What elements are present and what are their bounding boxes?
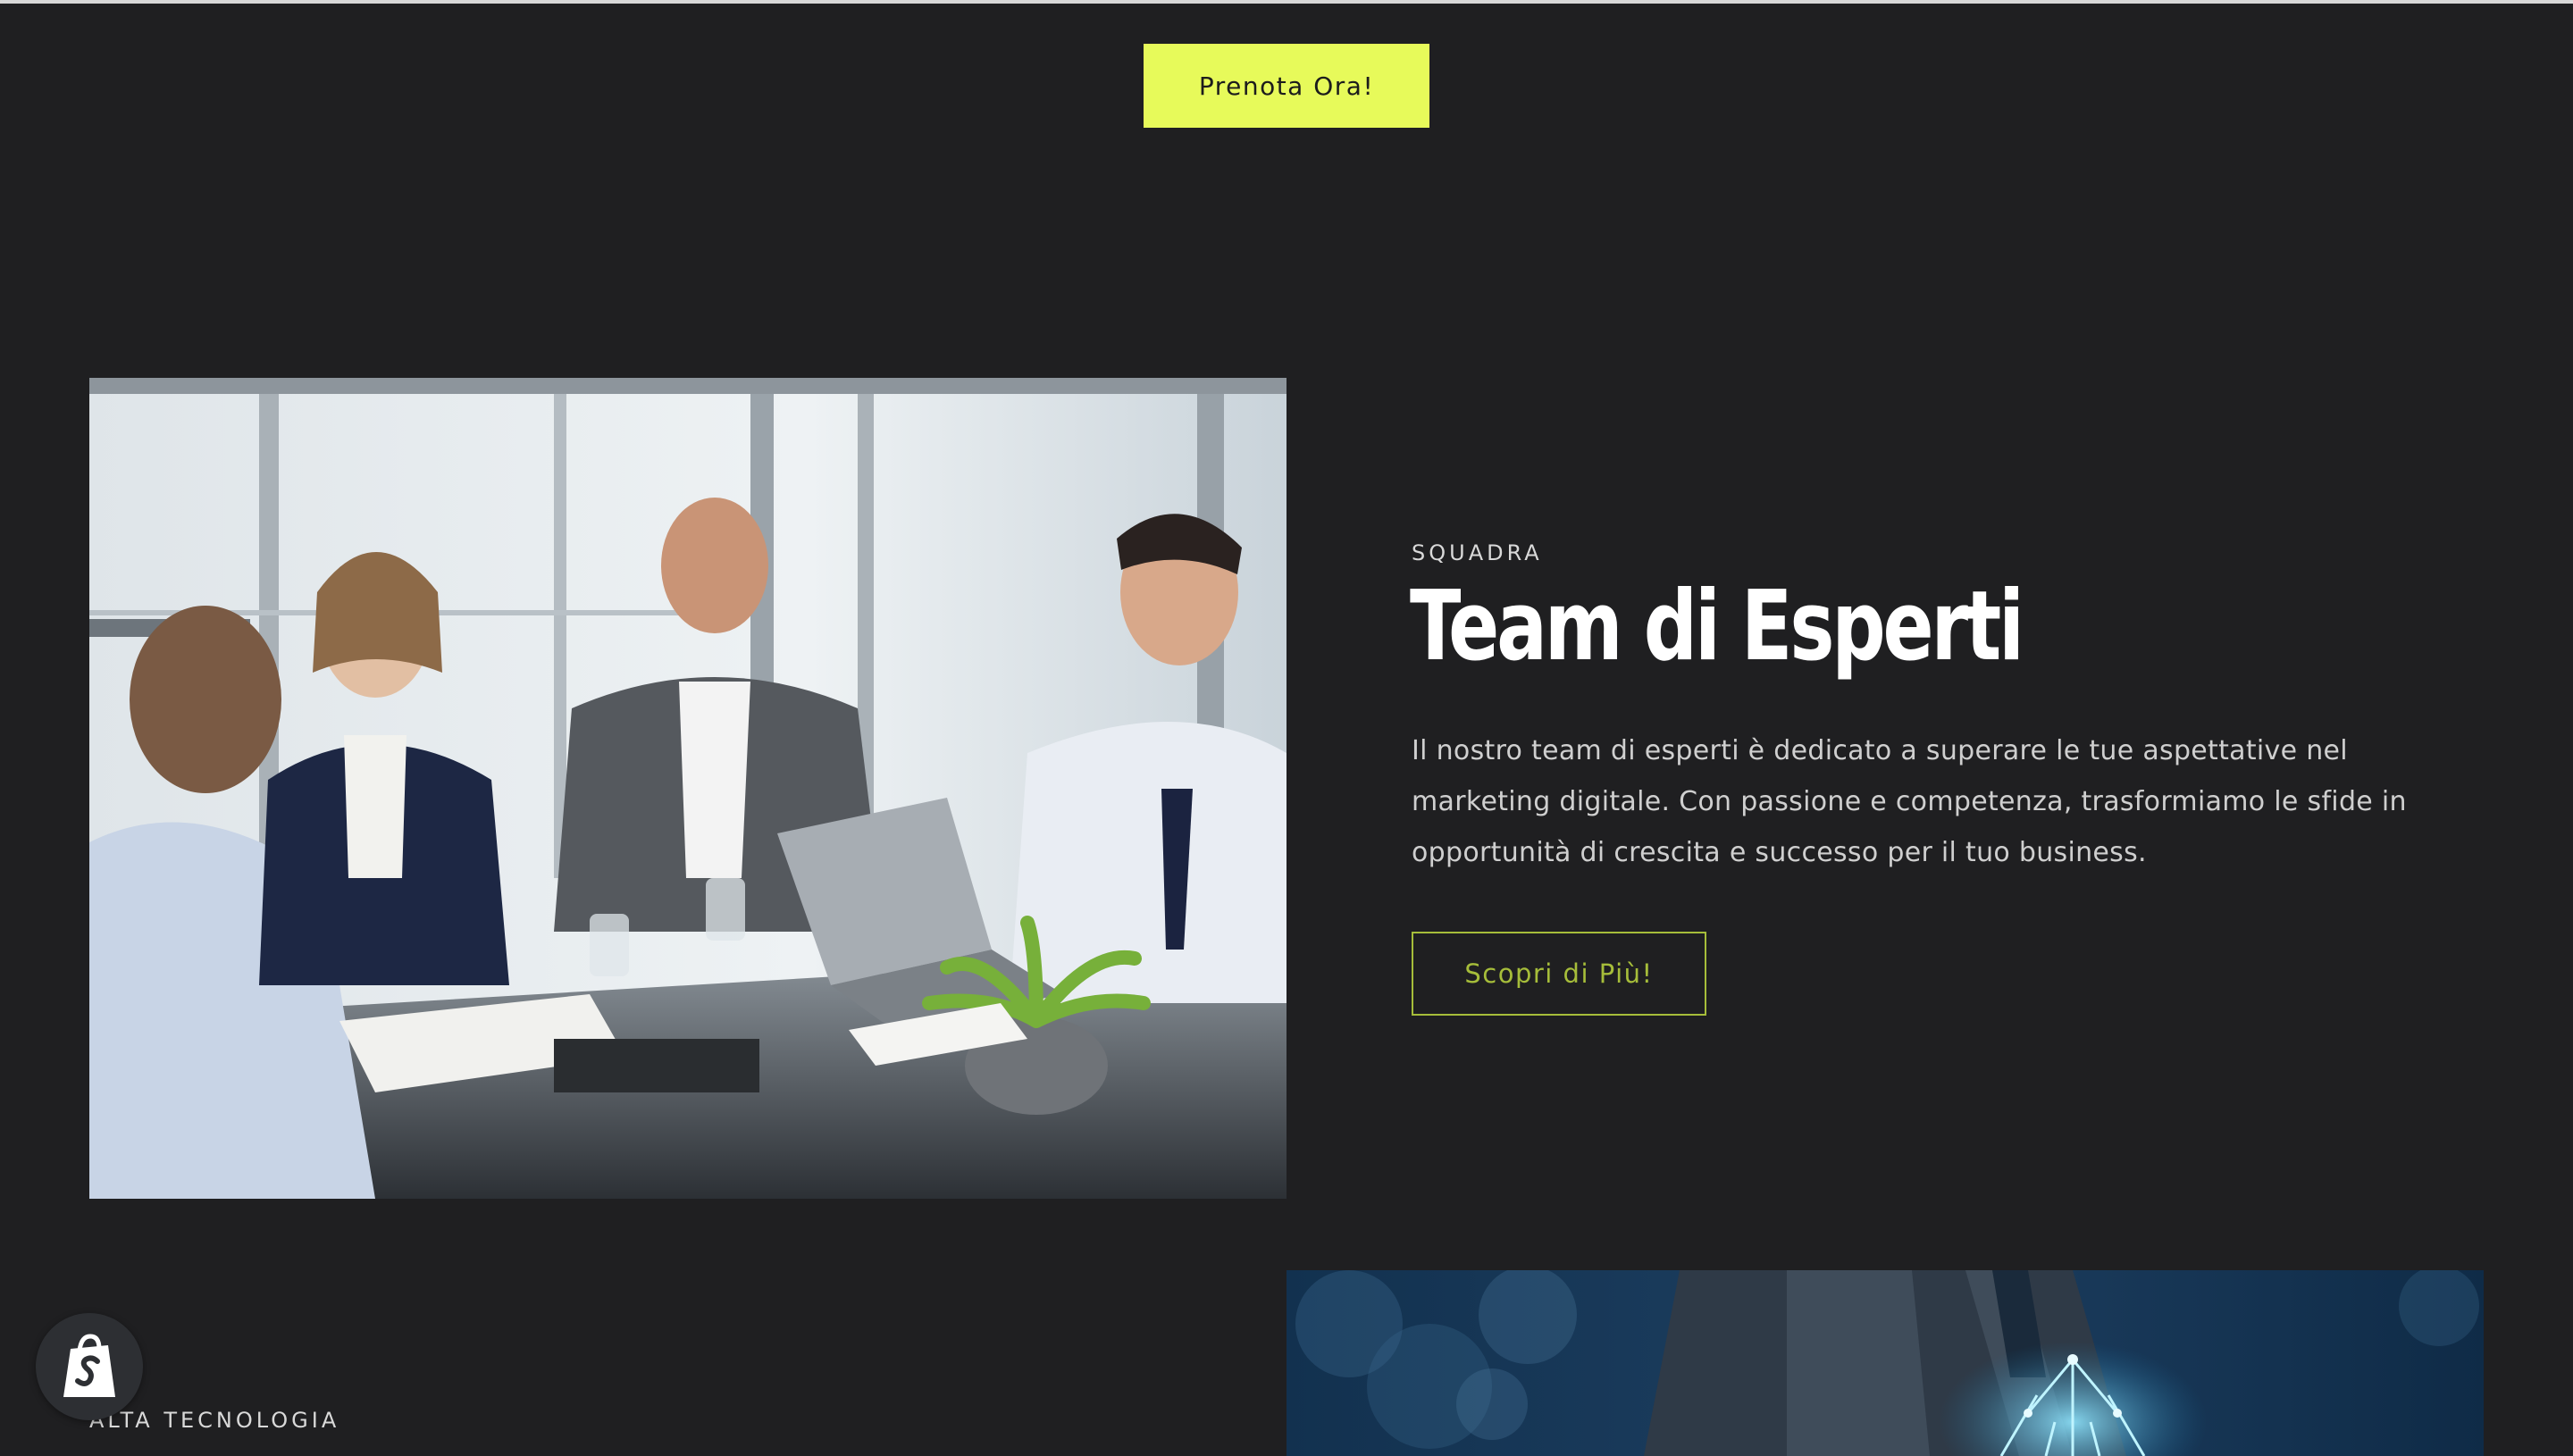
- team-eyebrow: SQUADRA: [1412, 540, 1543, 565]
- businessman-circuit-photo-icon: [1286, 1270, 2484, 1456]
- shopify-badge[interactable]: [36, 1313, 143, 1420]
- tech-image: [1286, 1270, 2484, 1456]
- team-title: Team di Esperti: [1410, 571, 2024, 682]
- team-meeting-image: [89, 378, 1286, 1199]
- prenota-ora-button[interactable]: Prenota Ora!: [1144, 44, 1429, 128]
- shopify-bag-icon: [63, 1334, 115, 1397]
- scopri-di-piu-button[interactable]: Scopri di Più!: [1412, 932, 1706, 1016]
- page: Prenota Ora! SQUADRA Team di Esperti Il …: [0, 0, 2573, 1456]
- business-meeting-photo-icon: [89, 378, 1286, 1199]
- top-divider: [0, 0, 2573, 4]
- team-description: Il nostro team di esperti è dedicato a s…: [1412, 735, 2407, 868]
- tech-eyebrow: ALTA TECNOLOGIA: [89, 1408, 340, 1433]
